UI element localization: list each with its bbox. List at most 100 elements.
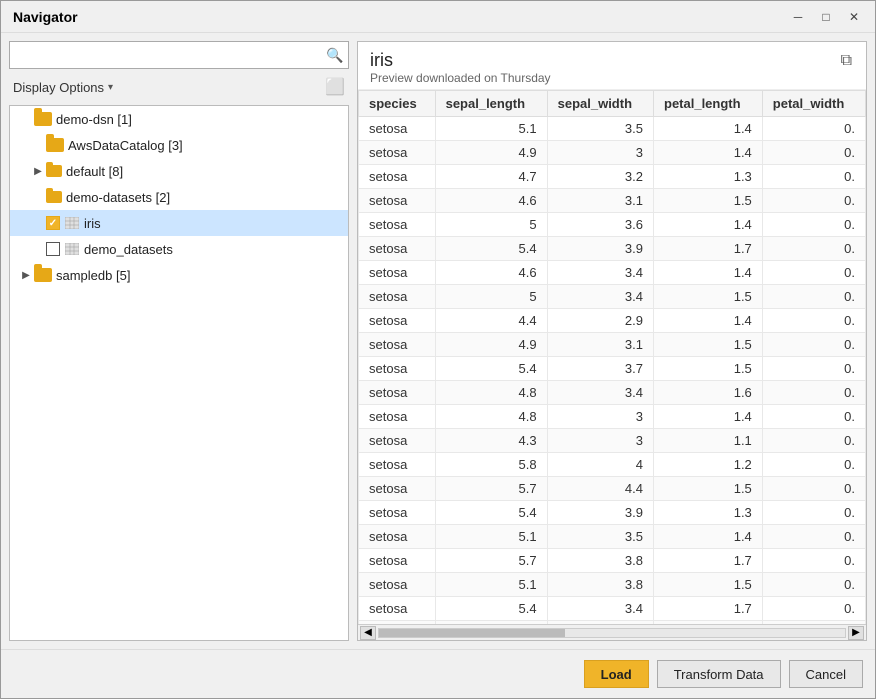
checkbox-demo-datasets[interactable] — [46, 242, 60, 256]
table-row: setosa5.43.91.70. — [359, 237, 866, 261]
transfer-icon-button[interactable]: ⬜ — [321, 75, 349, 99]
table-cell: 1.5 — [654, 333, 763, 357]
display-options-row: Display Options ▾ ⬜ — [9, 75, 349, 99]
table-cell: 0. — [762, 165, 865, 189]
left-panel: 🔍 Display Options ▾ ⬜ — [9, 41, 349, 641]
table-cell: 4.4 — [435, 309, 547, 333]
table-cell: 3.4 — [547, 261, 653, 285]
table-cell: 0. — [762, 429, 865, 453]
cancel-button[interactable]: Cancel — [789, 660, 863, 688]
table-cell: 5 — [435, 285, 547, 309]
table-cell: 2.9 — [547, 309, 653, 333]
table-cell: setosa — [359, 261, 436, 285]
table-cell: 0. — [762, 573, 865, 597]
scroll-left-button[interactable]: ◀ — [360, 626, 376, 640]
table-cell: 5.7 — [435, 477, 547, 501]
table-cell: 3 — [547, 405, 653, 429]
tree-item-iris[interactable]: iris — [10, 210, 348, 236]
folder-icon — [46, 165, 62, 177]
table-cell: 5.8 — [435, 453, 547, 477]
copy-preview-button[interactable]: ⧉ — [839, 50, 854, 72]
tree-item-demo-dsn[interactable]: demo-dsn [1] — [10, 106, 348, 132]
horizontal-scrollbar[interactable]: ◀ ▶ — [358, 624, 866, 640]
data-table-wrapper[interactable]: species sepal_length sepal_width petal_l… — [358, 90, 866, 624]
table-row: setosa5.73.81.70. — [359, 549, 866, 573]
tree-toggle-aws[interactable] — [18, 137, 34, 153]
table-cell: 5.4 — [435, 501, 547, 525]
table-row: setosa5.43.41.70. — [359, 597, 866, 621]
table-cell: 3.4 — [547, 285, 653, 309]
table-cell: 4.8 — [435, 381, 547, 405]
table-cell: 1.5 — [654, 357, 763, 381]
table-row: setosa4.63.41.40. — [359, 261, 866, 285]
table-row: setosa4.63.11.50. — [359, 189, 866, 213]
table-cell: 5.4 — [435, 357, 547, 381]
window-title: Navigator — [9, 9, 785, 25]
scrollbar-track[interactable] — [378, 628, 846, 638]
close-button[interactable]: ✕ — [841, 6, 867, 28]
table-cell: 1.5 — [654, 189, 763, 213]
table-cell: 5.1 — [435, 117, 547, 141]
scrollbar-thumb[interactable] — [379, 629, 565, 637]
minimize-button[interactable]: ─ — [785, 6, 811, 28]
table-cell: 1.4 — [654, 309, 763, 333]
table-cell: 0. — [762, 549, 865, 573]
search-input[interactable] — [9, 41, 349, 69]
table-cell: setosa — [359, 477, 436, 501]
table-cell: 4.3 — [435, 429, 547, 453]
tree-toggle-demo-dsn[interactable] — [18, 111, 34, 127]
footer: Load Transform Data Cancel — [1, 649, 875, 698]
table-cell: 0. — [762, 453, 865, 477]
table-cell: 0. — [762, 117, 865, 141]
preview-subtitle: Preview downloaded on Thursday — [370, 71, 551, 85]
table-cell: 3 — [547, 429, 653, 453]
search-icon: 🔍 — [326, 47, 343, 64]
search-button[interactable]: 🔍 — [323, 43, 347, 67]
checkbox-iris[interactable] — [46, 216, 60, 230]
tree-item-awsdatacatalog[interactable]: AwsDataCatalog [3] — [10, 132, 348, 158]
tree-container[interactable]: demo-dsn [1] AwsDataCatalog [3] ▶ defau — [9, 105, 349, 641]
table-cell: setosa — [359, 453, 436, 477]
table-body: setosa5.13.51.40.setosa4.931.40.setosa4.… — [359, 117, 866, 625]
table-cell: 4.4 — [547, 477, 653, 501]
folder-icon — [46, 138, 64, 152]
table-row: setosa4.83.41.60. — [359, 381, 866, 405]
table-cell: setosa — [359, 549, 436, 573]
table-cell: 3.9 — [547, 501, 653, 525]
table-cell: 0. — [762, 477, 865, 501]
preview-title: iris — [370, 50, 551, 71]
table-cell: 3 — [547, 141, 653, 165]
table-cell: 4.6 — [435, 189, 547, 213]
table-cell: 1.4 — [654, 525, 763, 549]
table-cell: 1.7 — [654, 597, 763, 621]
tree-toggle-sampledb[interactable]: ▶ — [18, 267, 34, 283]
load-button[interactable]: Load — [584, 660, 649, 688]
table-cell: setosa — [359, 237, 436, 261]
table-cell: 5.1 — [435, 573, 547, 597]
table-cell: 0. — [762, 333, 865, 357]
tree-toggle-demo-datasets[interactable] — [30, 189, 46, 205]
scroll-right-button[interactable]: ▶ — [848, 626, 864, 640]
table-cell: 1.3 — [654, 501, 763, 525]
table-cell: setosa — [359, 189, 436, 213]
table-row: setosa5.13.51.40. — [359, 525, 866, 549]
display-options-button[interactable]: Display Options ▾ — [9, 78, 117, 97]
table-cell: 0. — [762, 597, 865, 621]
transform-data-button[interactable]: Transform Data — [657, 660, 781, 688]
table-cell: setosa — [359, 333, 436, 357]
table-cell: 1.4 — [654, 117, 763, 141]
tree-item-demo-datasets-table[interactable]: demo_datasets — [10, 236, 348, 262]
table-cell: 0. — [762, 285, 865, 309]
tree-item-default[interactable]: ▶ default [8] — [10, 158, 348, 184]
table-cell: 1.3 — [654, 165, 763, 189]
tree-item-demo-datasets[interactable]: demo-datasets [2] — [10, 184, 348, 210]
table-cell: 0. — [762, 213, 865, 237]
maximize-button[interactable]: □ — [813, 6, 839, 28]
data-table: species sepal_length sepal_width petal_l… — [358, 90, 866, 624]
table-cell: 1.4 — [654, 261, 763, 285]
table-icon — [64, 242, 80, 256]
tree-item-sampledb[interactable]: ▶ sampledb [5] — [10, 262, 348, 288]
table-cell: 3.1 — [547, 189, 653, 213]
table-icon — [64, 216, 80, 230]
tree-toggle-default[interactable]: ▶ — [30, 163, 46, 179]
